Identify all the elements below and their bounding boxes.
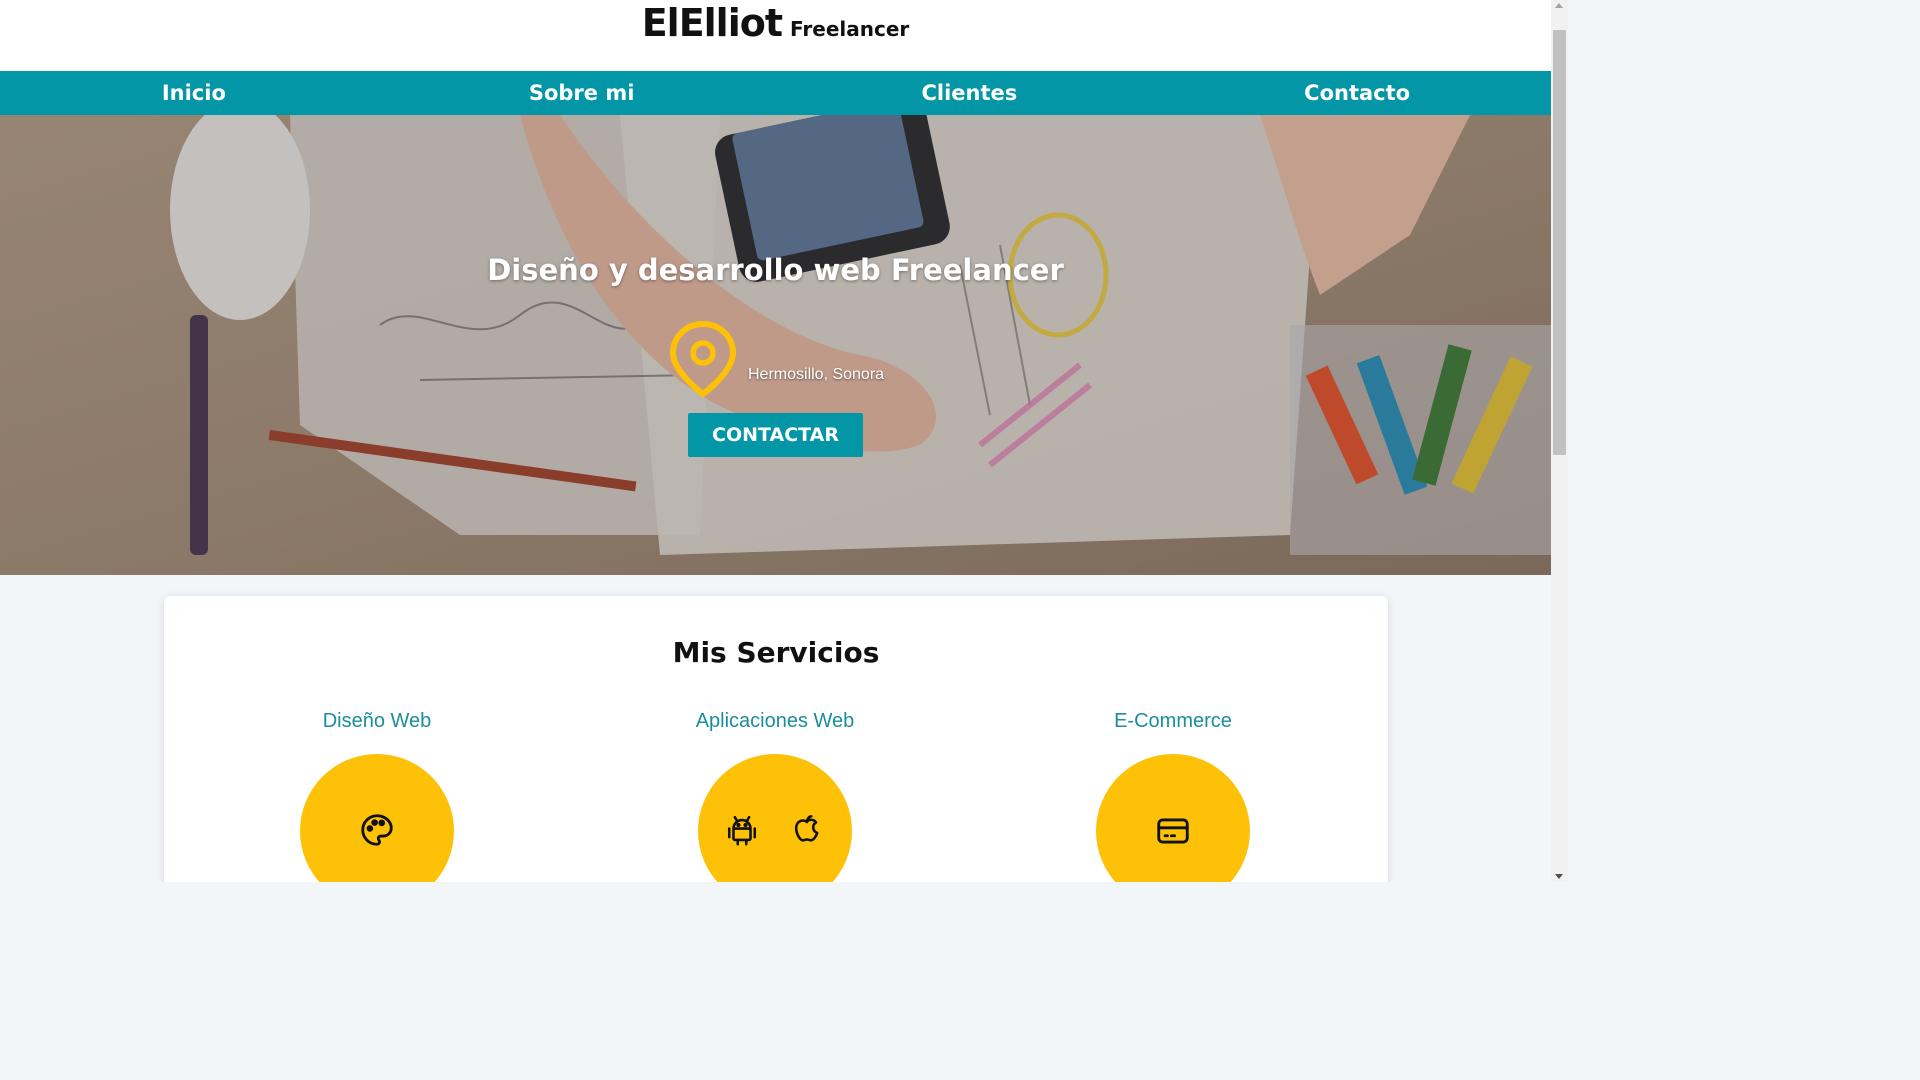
- android-icon: [727, 815, 757, 846]
- nav-item-sobre-mi[interactable]: Sobre mi: [388, 71, 776, 115]
- hero: Diseño y desarrollo web Freelancer Hermo…: [0, 115, 1551, 575]
- scroll-thumb[interactable]: [1553, 30, 1566, 455]
- brand-name: ElElliot: [641, 1, 783, 45]
- nav-item-contacto[interactable]: Contacto: [1163, 71, 1551, 115]
- hero-overlay: [0, 115, 1551, 575]
- brand[interactable]: ElElliot Freelancer: [0, 0, 1551, 46]
- hero-title: Diseño y desarrollo web Freelancer: [487, 253, 1064, 287]
- service-label[interactable]: E-Commerce: [1023, 710, 1323, 733]
- scroll-down-arrow-icon[interactable]: [1555, 874, 1563, 879]
- contactar-button[interactable]: CONTACTAR: [688, 413, 863, 457]
- main-nav: Inicio Sobre mi Clientes Contacto: [0, 71, 1551, 115]
- service-icon-circle: [300, 754, 454, 882]
- service-label[interactable]: Diseño Web: [227, 710, 527, 733]
- palette-icon: [361, 814, 393, 846]
- nav-item-clientes[interactable]: Clientes: [776, 71, 1164, 115]
- brand-tagline: Freelancer: [790, 17, 910, 41]
- page: ElElliot Freelancer Inicio Sobre mi Clien…: [0, 0, 1551, 882]
- services-section: Mis Servicios Diseño Web Aplicaciones We…: [164, 596, 1388, 882]
- service-icon-circle: [698, 754, 852, 882]
- service-aplicaciones-web[interactable]: Aplicaciones Web: [625, 710, 925, 882]
- scroll-up-arrow-icon[interactable]: [1555, 3, 1563, 8]
- apple-icon: [794, 814, 819, 842]
- page-scrollbar[interactable]: [1551, 0, 1568, 882]
- service-icon-circle: [1096, 754, 1250, 882]
- site-header: ElElliot Freelancer: [0, 0, 1551, 71]
- service-diseno-web[interactable]: Diseño Web: [227, 710, 527, 882]
- map-pin-icon: [669, 320, 737, 398]
- nav-item-inicio[interactable]: Inicio: [0, 71, 388, 115]
- location-text: Hermosillo, Sonora: [748, 366, 885, 383]
- services-title: Mis Servicios: [672, 636, 880, 669]
- service-label[interactable]: Aplicaciones Web: [625, 710, 925, 733]
- credit-card-icon: [1157, 818, 1189, 844]
- service-e-commerce[interactable]: E-Commerce: [1023, 710, 1323, 882]
